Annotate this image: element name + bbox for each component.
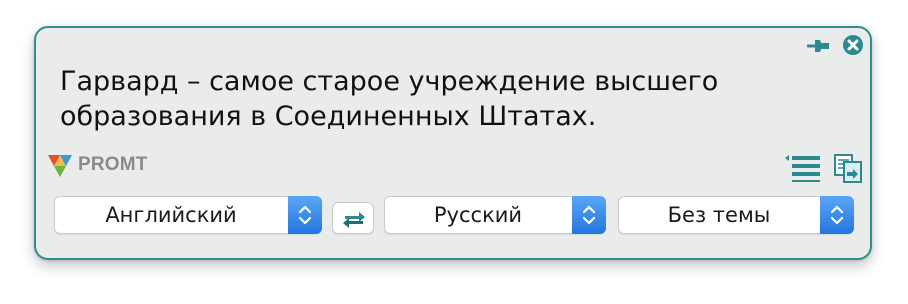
promt-brand: PROMT xyxy=(45,150,148,180)
pin-icon[interactable] xyxy=(805,36,831,56)
list-icon[interactable] xyxy=(782,154,822,182)
topic-select[interactable]: Без темы xyxy=(618,196,854,234)
target-language-value: Русский xyxy=(433,203,523,227)
close-icon[interactable] xyxy=(842,34,864,56)
swap-languages-button[interactable] xyxy=(332,202,374,234)
brand-label: PROMT xyxy=(78,154,148,175)
topic-value: Без темы xyxy=(667,203,771,227)
translation-popup: Гарвард – самое старое учреждение высшег… xyxy=(34,26,872,260)
source-language-arrows xyxy=(288,196,322,234)
chevron-up-down-icon xyxy=(582,205,596,225)
promt-logo xyxy=(48,155,72,177)
topic-arrows xyxy=(820,196,854,234)
source-language-select[interactable]: Английский xyxy=(54,196,322,234)
source-language-value: Английский xyxy=(105,203,237,227)
copy-icon[interactable] xyxy=(832,152,864,184)
chevron-up-down-icon xyxy=(298,205,312,225)
translation-text: Гарвард – самое старое учреждение высшег… xyxy=(60,66,719,132)
chevron-up-down-icon xyxy=(830,205,844,225)
target-language-arrows xyxy=(572,196,606,234)
target-language-select[interactable]: Русский xyxy=(384,196,606,234)
swap-icon xyxy=(343,212,365,228)
